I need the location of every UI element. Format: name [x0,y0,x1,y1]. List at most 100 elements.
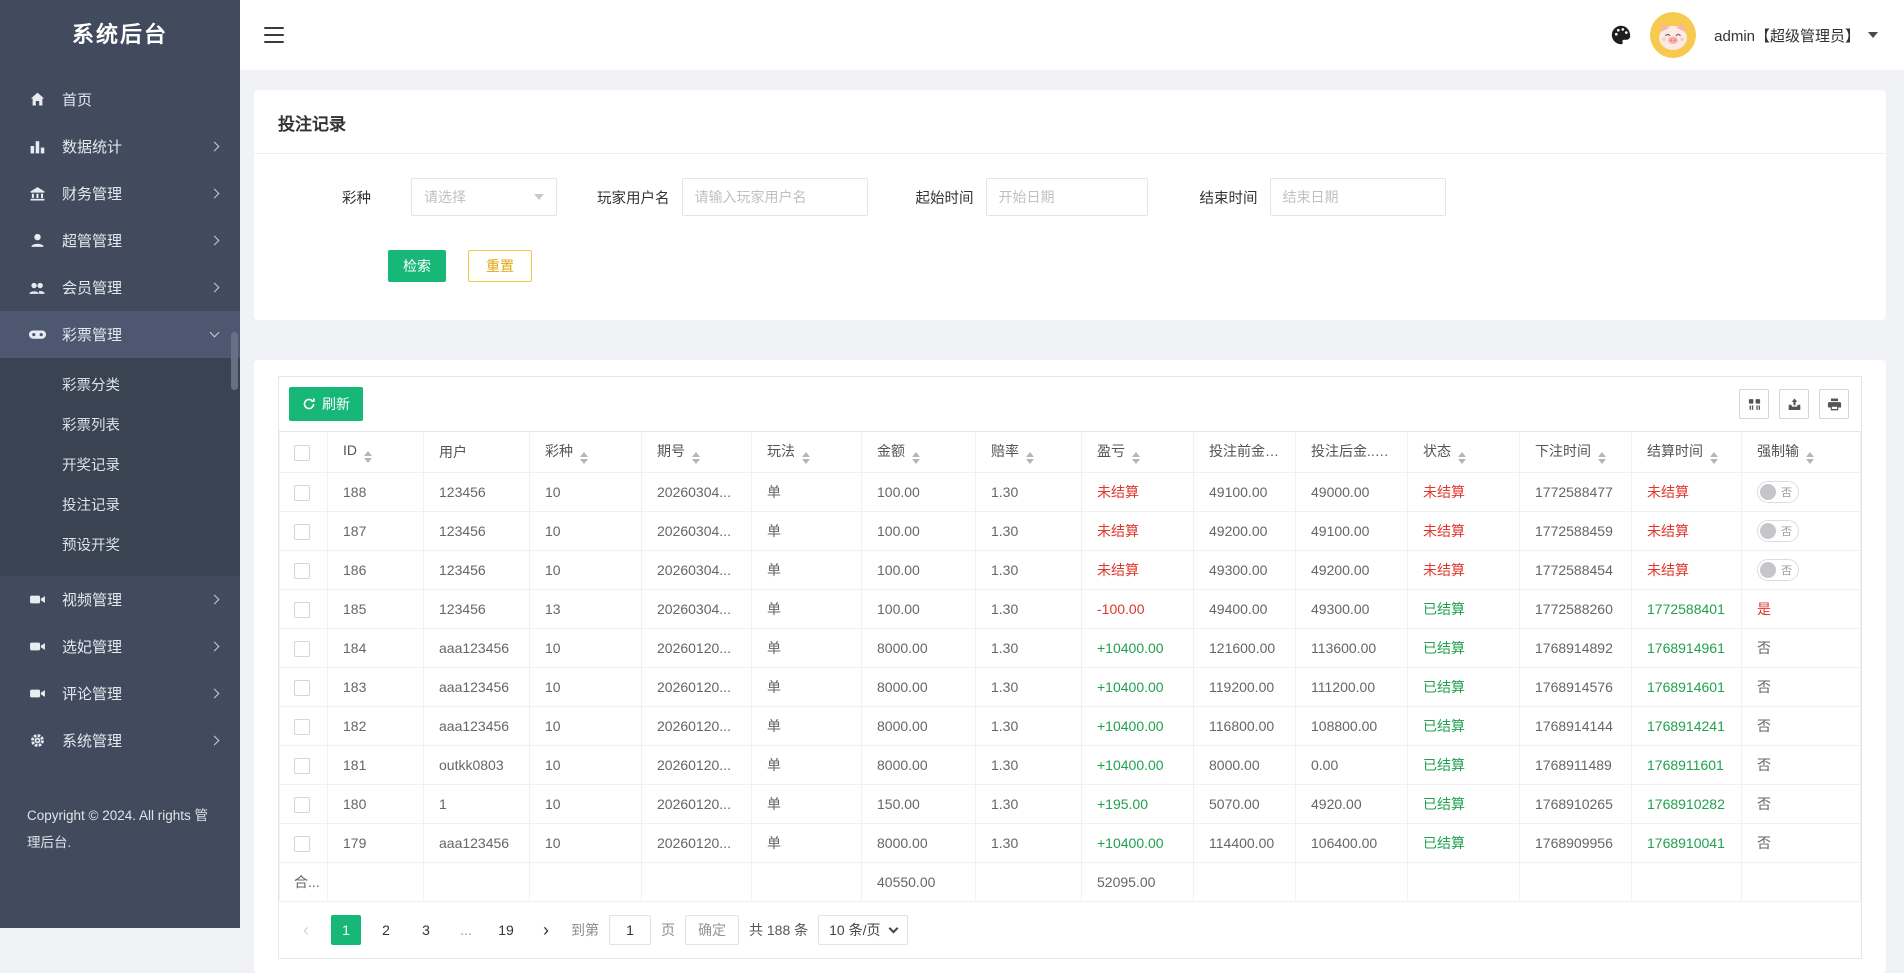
reset-button[interactable]: 重置 [468,250,532,282]
summary-cell [1408,863,1520,902]
play-cell: 单 [752,824,862,863]
sort-icon[interactable] [364,451,372,463]
sort-icon[interactable] [912,452,920,464]
table-toolbar: 刷新 [279,377,1861,431]
app-title: 系统后台 [0,0,240,70]
start-date-input[interactable] [986,178,1148,216]
confirm-button[interactable]: 确定 [685,915,739,945]
summary-amount-cell: 40550.00 [862,863,976,902]
chevron-down-icon [1868,32,1878,38]
lottery-type-select[interactable]: 请选择 [411,178,557,216]
sidebar-item-2[interactable]: 财务管理 [0,170,240,217]
row-checkbox[interactable] [294,680,310,696]
video-icon [27,638,47,655]
sort-icon[interactable] [1458,452,1466,464]
balance-before-cell: 114400.00 [1194,824,1296,863]
user-avatar[interactable] [1650,12,1696,58]
menu-toggle-icon[interactable] [264,27,284,43]
chevron-icon [210,236,220,246]
sort-icon[interactable] [1026,452,1034,464]
prev-page-button[interactable]: ‹ [291,915,321,945]
sidebar-scrollbar[interactable] [231,332,238,390]
sidebar-item-9[interactable]: 系统管理 [0,717,240,764]
row-checkbox[interactable] [294,524,310,540]
sort-icon[interactable] [1598,452,1606,464]
row-checkbox[interactable] [294,719,310,735]
settle-time-cell: 未结算 [1632,551,1742,590]
sidebar-item-6[interactable]: 视频管理 [0,576,240,623]
row-checkbox[interactable] [294,602,310,618]
sidebar-item-8[interactable]: 评论管理 [0,670,240,717]
page-button-2[interactable]: 2 [371,915,401,945]
per-page-select[interactable]: 10 条/页 [818,915,907,945]
page-button-3[interactable]: 3 [411,915,441,945]
issue-cell: 20260304... [642,512,752,551]
row-checkbox[interactable] [294,563,310,579]
sort-icon[interactable] [1710,452,1718,464]
sort-icon[interactable] [580,452,588,464]
sidebar-subitem[interactable]: 预设开奖 [0,526,240,566]
columns-icon[interactable] [1739,389,1769,419]
odds-cell: 1.30 [976,551,1082,590]
lottery-cell: 13 [530,590,642,629]
id-cell: 179 [328,824,424,863]
end-date-input[interactable] [1270,178,1446,216]
select-all-checkbox[interactable] [294,445,310,461]
sidebar-subitem[interactable]: 开奖记录 [0,446,240,486]
sidebar-subitem[interactable]: 投注记录 [0,486,240,526]
page-button-1[interactable]: 1 [331,915,361,945]
page-button-19[interactable]: 19 [491,915,521,945]
sidebar-item-1[interactable]: 数据统计 [0,123,240,170]
sidebar-item-7[interactable]: 选妃管理 [0,623,240,670]
row-checkbox[interactable] [294,485,310,501]
home-icon [27,91,47,108]
balance-after-cell: 108800.00 [1296,707,1408,746]
amount-cell: 8000.00 [862,746,976,785]
table-row: 181outkk08031020260120...单8000.001.30+10… [280,746,1861,785]
row-checkbox[interactable] [294,836,310,852]
refresh-button[interactable]: 刷新 [289,387,363,421]
bet-time-cell: 1772588260 [1520,590,1632,629]
bet-time-cell: 1768910265 [1520,785,1632,824]
player-username-input[interactable] [682,178,868,216]
checkbox-cell [280,785,328,824]
user-menu[interactable]: admin【超级管理员】 [1714,25,1878,46]
row-checkbox[interactable] [294,641,310,657]
table-row: 1851234561320260304...单100.001.30-100.00… [280,590,1861,629]
print-icon[interactable] [1819,389,1849,419]
sidebar-item-5[interactable]: 彩票管理 [0,311,240,358]
sort-icon[interactable] [692,452,700,464]
sidebar-item-4[interactable]: 会员管理 [0,264,240,311]
force-lose-toggle[interactable]: 否 [1757,559,1799,581]
sidebar-subitem[interactable]: 彩票分类 [0,366,240,406]
row-checkbox[interactable] [294,797,310,813]
sidebar-item-0[interactable]: 首页 [0,76,240,123]
force-lose-toggle[interactable]: 否 [1757,481,1799,503]
amount-cell: 8000.00 [862,668,976,707]
play-cell: 单 [752,785,862,824]
status-cell: 已结算 [1408,590,1520,629]
odds-cell: 1.30 [976,707,1082,746]
column-header: 状态 [1408,432,1520,473]
sort-icon[interactable] [802,452,810,464]
sort-icon[interactable] [1806,452,1814,464]
sidebar-subitem[interactable]: 彩票列表 [0,406,240,446]
export-icon[interactable] [1779,389,1809,419]
force-lose-toggle[interactable]: 否 [1757,520,1799,542]
chevron-icon [210,642,220,652]
top-header: admin【超级管理员】 [240,0,1904,70]
sort-icon[interactable] [1132,452,1140,464]
issue-cell: 20260120... [642,746,752,785]
chart-icon [27,138,47,155]
palette-icon[interactable] [1610,24,1632,46]
main-content: 投注记录 彩种 请选择 玩家用户名 起始时间 结束时间 [240,70,1904,973]
amount-cell: 100.00 [862,473,976,512]
next-page-button[interactable]: › [531,915,561,945]
row-checkbox[interactable] [294,758,310,774]
sidebar-item-label: 视频管理 [62,589,122,610]
page-unit-label: 页 [661,920,675,940]
sidebar-item-3[interactable]: 超管管理 [0,217,240,264]
goto-page-input[interactable] [609,915,651,945]
search-button[interactable]: 检索 [388,250,446,282]
sort-icon[interactable] [1284,452,1292,464]
